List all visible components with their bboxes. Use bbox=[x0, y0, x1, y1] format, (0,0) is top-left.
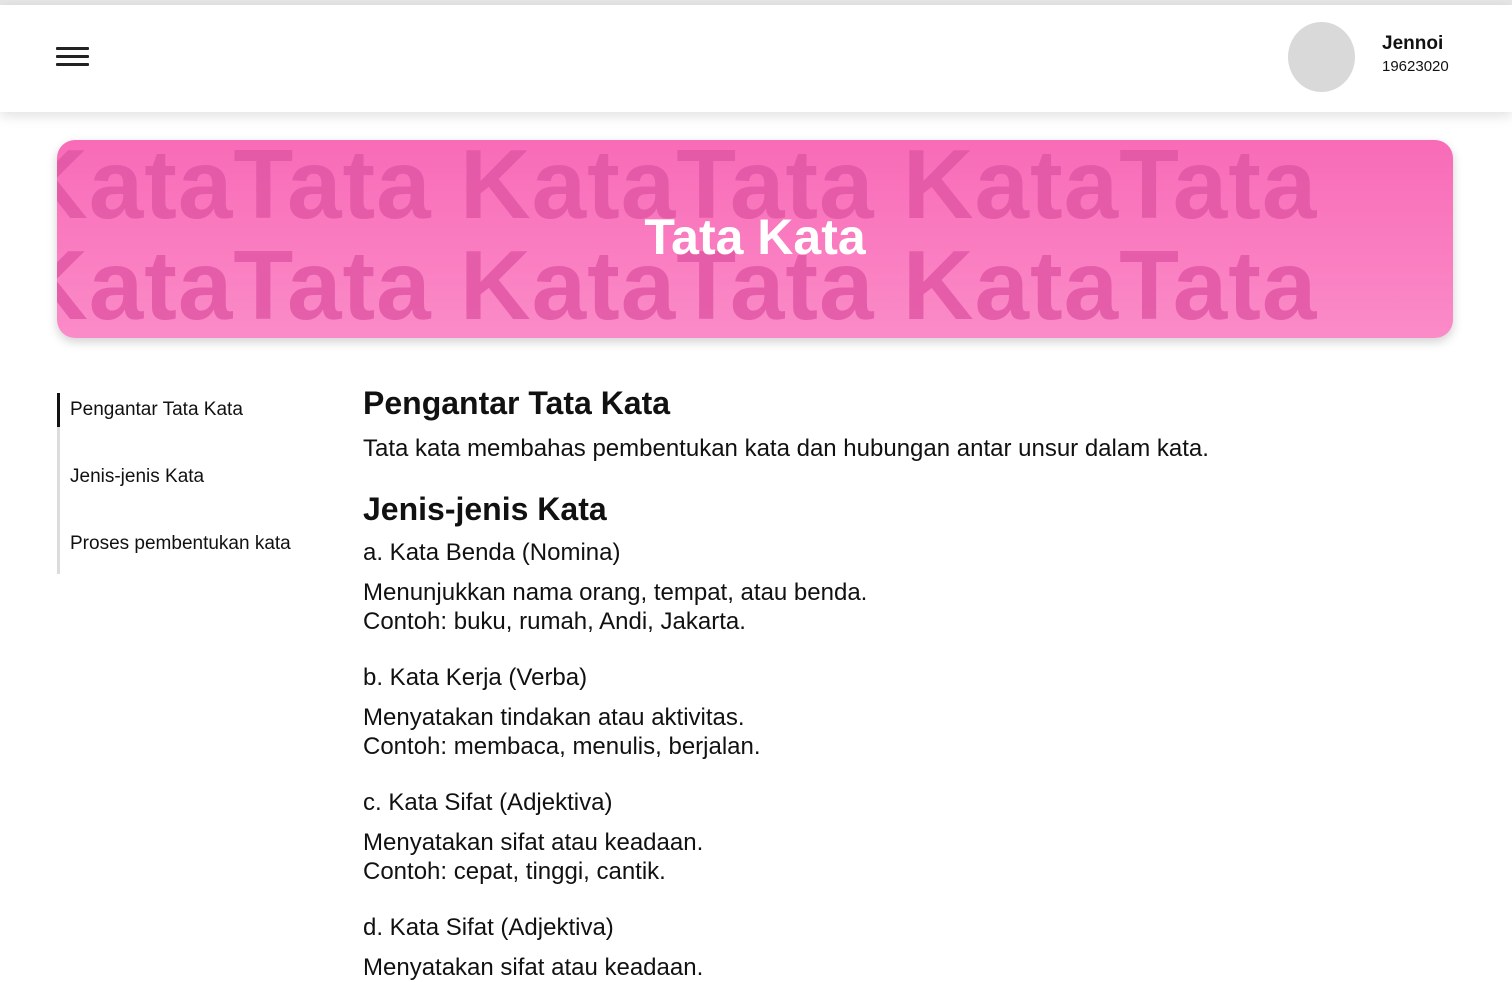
section-heading-pengantar: Pengantar Tata Kata bbox=[363, 385, 671, 421]
jenis-example: Contoh: buku, rumah, Andi, Jakarta. bbox=[363, 608, 746, 635]
menu-line bbox=[56, 47, 89, 50]
toc-item-jenis-jenis[interactable]: Jenis-jenis Kata bbox=[70, 465, 310, 489]
jenis-example: Contoh: membaca, menulis, berjalan. bbox=[363, 733, 761, 760]
banner-title: Tata Kata bbox=[644, 209, 866, 265]
page-banner: KataTata KataTata KataTata KataTata Kata… bbox=[57, 140, 1453, 338]
jenis-description: Menyatakan sifat atau keadaan. bbox=[363, 954, 704, 981]
table-of-contents: Pengantar Tata Kata Jenis-jenis Kata Pro… bbox=[57, 393, 310, 574]
section-heading-jenis: Jenis-jenis Kata bbox=[363, 491, 607, 527]
section-text-pengantar: Tata kata membahas pembentukan kata dan … bbox=[363, 435, 1209, 462]
user-id: 19623020 bbox=[1382, 58, 1449, 75]
menu-line bbox=[56, 63, 89, 66]
user-name: Jennoi bbox=[1382, 33, 1444, 54]
toc-item-proses[interactable]: Proses pembentukan kata bbox=[70, 532, 310, 556]
jenis-title: b. Kata Kerja (Verba) bbox=[363, 664, 588, 691]
jenis-title: a. Kata Benda (Nomina) bbox=[363, 539, 621, 566]
menu-line bbox=[56, 55, 89, 58]
jenis-example: Contoh: cepat, tinggi, cantik. bbox=[363, 858, 666, 885]
toc-item-pengantar[interactable]: Pengantar Tata Kata bbox=[57, 393, 310, 427]
top-navbar: Jennoi 19623020 bbox=[0, 5, 1512, 112]
jenis-description: Menyatakan tindakan atau aktivitas. bbox=[363, 704, 745, 731]
jenis-description: Menunjukkan nama orang, tempat, atau ben… bbox=[363, 579, 868, 606]
avatar[interactable] bbox=[1288, 22, 1355, 92]
jenis-title: c. Kata Sifat (Adjektiva) bbox=[363, 789, 613, 816]
hamburger-menu-icon[interactable] bbox=[56, 47, 89, 69]
jenis-title: d. Kata Sifat (Adjektiva) bbox=[363, 914, 614, 941]
jenis-description: Menyatakan sifat atau keadaan. bbox=[363, 829, 704, 856]
